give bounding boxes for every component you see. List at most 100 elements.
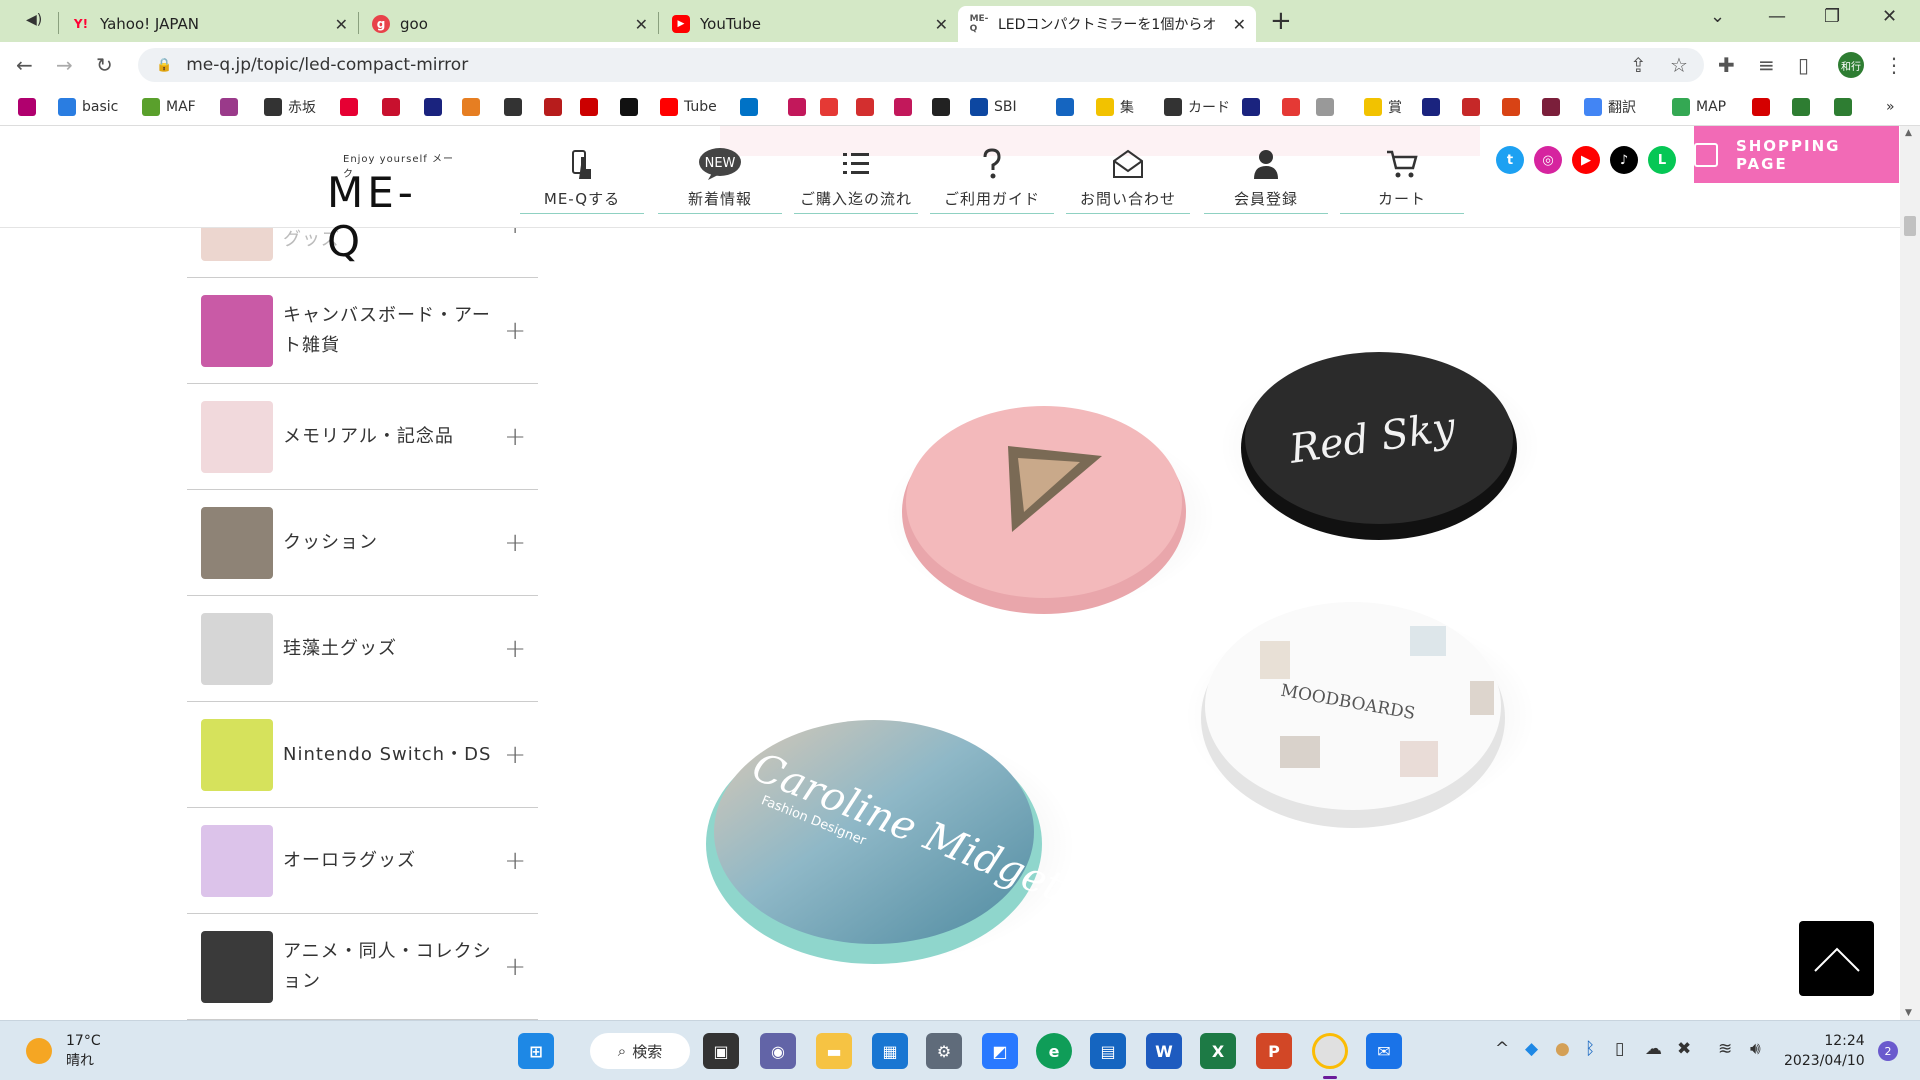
close-tab-icon[interactable]: ✕ (935, 15, 948, 34)
bookmark-item[interactable]: 賞 (1364, 96, 1402, 118)
bookmark-item[interactable] (340, 96, 364, 118)
bookmark-item[interactable] (932, 96, 956, 118)
media-icon[interactable]: ≡ (1758, 53, 1775, 77)
expand-plus-icon[interactable]: + (504, 316, 526, 346)
tab-youtube[interactable]: ▶ YouTube ✕ (660, 6, 958, 42)
tab-me-q[interactable]: ME-Q LEDコンパクトミラーを1個からオリジナ ✕ (958, 6, 1256, 42)
wifi-icon[interactable]: ≋ (1718, 1039, 1732, 1059)
bookmark-item[interactable] (620, 96, 644, 118)
scroll-up-arrow-icon[interactable]: ▲ (1905, 128, 1912, 138)
nav-item-2[interactable]: NEW 新着情報 (658, 146, 782, 214)
line-icon[interactable]: L (1648, 146, 1676, 174)
category-item[interactable]: アニメ・同人・コレクション + (187, 914, 538, 1020)
expand-plus-icon[interactable]: + (504, 634, 526, 664)
notification-badge[interactable]: 2 (1878, 1041, 1898, 1061)
site-logo[interactable]: Enjoy yourself メーク ME-Q (325, 152, 455, 266)
calendar-icon[interactable]: ▦ (872, 1033, 908, 1069)
bookmark-item[interactable] (1316, 96, 1340, 118)
file-explorer-icon[interactable]: ▬ (816, 1033, 852, 1069)
bookmark-item[interactable] (820, 96, 844, 118)
forward-icon[interactable]: → (56, 53, 73, 77)
bookmark-item[interactable] (1752, 96, 1776, 118)
tab-yahoo[interactable]: Y! Yahoo! JAPAN ✕ (60, 6, 358, 42)
bookmark-item[interactable]: SBI (970, 96, 1017, 118)
bookmark-item[interactable] (580, 96, 604, 118)
bookmark-item[interactable] (504, 96, 528, 118)
edge-browser-icon[interactable]: e (1036, 1033, 1072, 1069)
volume-icon[interactable]: 🔊︎ (1750, 1039, 1761, 1059)
instagram-icon[interactable]: ◎ (1534, 146, 1562, 174)
bluetooth-icon[interactable]: ᛒ (1585, 1039, 1595, 1059)
bookmark-star-icon[interactable]: ☆ (1670, 53, 1688, 77)
nav-item-7[interactable]: カート (1340, 146, 1464, 214)
bookmark-item[interactable]: basic (58, 96, 118, 118)
expand-plus-icon[interactable]: + (504, 740, 526, 770)
bookmark-item[interactable]: 赤坂 (264, 96, 316, 118)
nav-item-1[interactable]: ME-Qする (520, 146, 644, 214)
bookmark-item[interactable]: 翻訳 (1584, 96, 1636, 118)
menu-icon[interactable]: ⋮ (1884, 53, 1904, 77)
weather-widget[interactable]: 17°C 晴れ (26, 1031, 101, 1071)
defender-icon[interactable]: ◆ (1525, 1039, 1538, 1059)
bookmark-item[interactable] (1422, 96, 1446, 118)
category-item[interactable]: Nintendo Switch・DS + (187, 702, 538, 808)
nav-item-6[interactable]: 会員登録 (1204, 146, 1328, 214)
expand-plus-icon[interactable]: + (504, 846, 526, 876)
bookmark-item[interactable] (1834, 96, 1858, 118)
close-tab-icon[interactable]: ✕ (635, 15, 648, 34)
mute-icon[interactable]: ◀) (26, 12, 42, 28)
nav-item-4[interactable]: ご利用ガイド (930, 146, 1054, 214)
minimize-icon[interactable]: — (1768, 6, 1786, 27)
side-panel-icon[interactable]: ▯ (1798, 53, 1809, 77)
word-icon[interactable]: W (1146, 1033, 1182, 1069)
windows-start-icon[interactable]: ⊞ (518, 1033, 554, 1069)
reload-icon[interactable]: ↻ (96, 53, 113, 77)
bookmark-item[interactable]: Tube (660, 96, 717, 118)
bookmark-item[interactable] (1056, 96, 1080, 118)
bookmark-item[interactable] (382, 96, 406, 118)
store-icon[interactable]: ▤ (1090, 1033, 1126, 1069)
expand-plus-icon[interactable]: + (504, 422, 526, 452)
category-item[interactable]: クッション + (187, 490, 538, 596)
usb-icon[interactable]: ▯ (1615, 1039, 1624, 1059)
close-window-icon[interactable]: ✕ (1882, 6, 1897, 27)
back-icon[interactable]: ← (16, 53, 33, 77)
bookmark-item[interactable]: 集 (1096, 96, 1134, 118)
bookmark-item[interactable] (462, 96, 486, 118)
bookmarks-overflow-icon[interactable]: » (1886, 96, 1895, 118)
expand-plus-icon[interactable]: + (504, 952, 526, 982)
bookmark-item[interactable] (1282, 96, 1306, 118)
profile-avatar[interactable]: 和行 (1838, 52, 1864, 78)
bookmark-item[interactable] (424, 96, 448, 118)
bookmark-item[interactable] (544, 96, 568, 118)
category-item[interactable]: 珪藻土グッズ + (187, 596, 538, 702)
nav-item-3[interactable]: ご購入迄の流れ (794, 146, 918, 214)
bookmark-item[interactable] (856, 96, 880, 118)
powerpoint-icon[interactable]: P (1256, 1033, 1292, 1069)
settings-gear-icon[interactable]: ⚙ (926, 1033, 962, 1069)
app-x-icon[interactable]: ✖ (1677, 1039, 1691, 1059)
bookmark-item[interactable]: カード (1164, 96, 1230, 118)
bookmark-item[interactable] (1462, 96, 1486, 118)
close-tab-icon[interactable]: ✕ (1233, 15, 1246, 34)
bookmark-item[interactable] (894, 96, 918, 118)
category-item[interactable]: オーロラグッズ + (187, 808, 538, 914)
twitter-icon[interactable]: t (1496, 146, 1524, 174)
taskbar-search[interactable]: ⌕ 検索 (590, 1033, 690, 1069)
excel-icon[interactable]: X (1200, 1033, 1236, 1069)
bookmark-item[interactable] (1242, 96, 1266, 118)
teams-chat-icon[interactable]: ◉ (760, 1033, 796, 1069)
bookmark-item[interactable] (1502, 96, 1526, 118)
close-tab-icon[interactable]: ✕ (335, 15, 348, 34)
address-bar[interactable]: 🔒 me-q.jp/topic/led-compact-mirror (138, 48, 1704, 82)
restore-icon[interactable]: ❐ (1824, 6, 1840, 27)
bookmark-item[interactable] (740, 96, 764, 118)
scroll-to-top-button[interactable] (1799, 921, 1874, 996)
tab-goo[interactable]: g goo ✕ (360, 6, 658, 42)
page-scrollbar[interactable]: ▲ ▼ (1900, 126, 1920, 1020)
bookmark-item[interactable] (220, 96, 244, 118)
tab-search-icon[interactable]: ⌄ (1710, 6, 1725, 27)
bookmark-item[interactable]: MAF (142, 96, 196, 118)
bookmark-item[interactable]: MAP (1672, 96, 1726, 118)
share-icon[interactable]: ⇪ (1630, 53, 1647, 77)
